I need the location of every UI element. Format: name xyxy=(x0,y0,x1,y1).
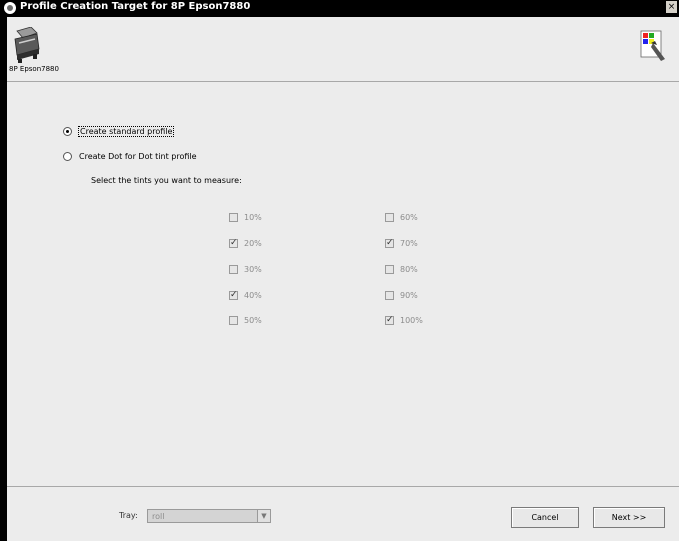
tint-label: 50% xyxy=(244,316,262,325)
tray-select[interactable]: roll ▼ xyxy=(147,509,271,523)
tint-option-10[interactable]: 10% xyxy=(229,213,262,222)
tint-option-100[interactable]: ✓ 100% xyxy=(385,316,423,325)
dot-tint-profile-radio[interactable] xyxy=(63,152,72,161)
printer-name: 8P Epson7880 xyxy=(9,65,59,73)
app-icon xyxy=(4,2,16,14)
footer-panel: Tray: roll ▼ Cancel Next >> xyxy=(7,486,679,541)
tint-option-50[interactable]: 50% xyxy=(229,316,262,325)
printer-icon xyxy=(14,27,40,63)
tint-option-90[interactable]: 90% xyxy=(385,291,418,300)
tint-label: 80% xyxy=(400,265,418,274)
title-bar[interactable]: Profile Creation Target for 8P Epson7880… xyxy=(0,0,679,17)
tint-label: 30% xyxy=(244,265,262,274)
dot-tint-profile-label: Create Dot for Dot tint profile xyxy=(79,152,197,161)
tint-checkbox[interactable]: ✓ xyxy=(385,316,394,325)
chevron-down-icon[interactable]: ▼ xyxy=(257,510,270,522)
content-panel: Create standard profile Create Dot for D… xyxy=(7,82,679,486)
next-button[interactable]: Next >> xyxy=(593,507,665,528)
tint-option-60[interactable]: 60% xyxy=(385,213,418,222)
dialog-window: Profile Creation Target for 8P Epson7880… xyxy=(0,0,679,541)
window-title: Profile Creation Target for 8P Epson7880 xyxy=(20,1,251,12)
standard-profile-option[interactable]: Create standard profile xyxy=(63,126,175,137)
tint-checkbox[interactable]: ✓ xyxy=(229,291,238,300)
tint-label: 40% xyxy=(244,291,262,300)
color-profile-icon xyxy=(640,30,665,61)
tint-label: 90% xyxy=(400,291,418,300)
tint-option-20[interactable]: ✓ 20% xyxy=(229,239,262,248)
tint-option-70[interactable]: ✓ 70% xyxy=(385,239,418,248)
tint-checkbox[interactable]: ✓ xyxy=(229,239,238,248)
tint-option-40[interactable]: ✓ 40% xyxy=(229,291,262,300)
tint-label: 70% xyxy=(400,239,418,248)
tint-label: 60% xyxy=(400,213,418,222)
tint-checkbox[interactable] xyxy=(229,213,238,222)
tint-checkbox[interactable]: ✓ xyxy=(385,239,394,248)
tint-checkbox[interactable] xyxy=(229,316,238,325)
standard-profile-label: Create standard profile xyxy=(77,126,175,137)
tray-value: roll xyxy=(152,512,165,521)
tint-checkbox[interactable] xyxy=(229,265,238,274)
tint-checkbox[interactable] xyxy=(385,265,394,274)
dot-tint-profile-option[interactable]: Create Dot for Dot tint profile xyxy=(63,152,197,161)
dialog-client-area: 8P Epson7880 Create standard profile Cre… xyxy=(7,17,679,541)
tray-label: Tray: xyxy=(119,511,138,520)
cancel-button[interactable]: Cancel xyxy=(511,507,579,528)
tint-label: 20% xyxy=(244,239,262,248)
standard-profile-radio[interactable] xyxy=(63,127,72,136)
close-button[interactable]: × xyxy=(666,1,677,13)
tints-prompt: Select the tints you want to measure: xyxy=(91,176,242,185)
tint-checkbox[interactable] xyxy=(385,213,394,222)
tint-option-30[interactable]: 30% xyxy=(229,265,262,274)
tint-checkbox[interactable] xyxy=(385,291,394,300)
tint-label: 10% xyxy=(244,213,262,222)
header-panel: 8P Epson7880 xyxy=(7,17,679,82)
tint-option-80[interactable]: 80% xyxy=(385,265,418,274)
tint-label: 100% xyxy=(400,316,423,325)
